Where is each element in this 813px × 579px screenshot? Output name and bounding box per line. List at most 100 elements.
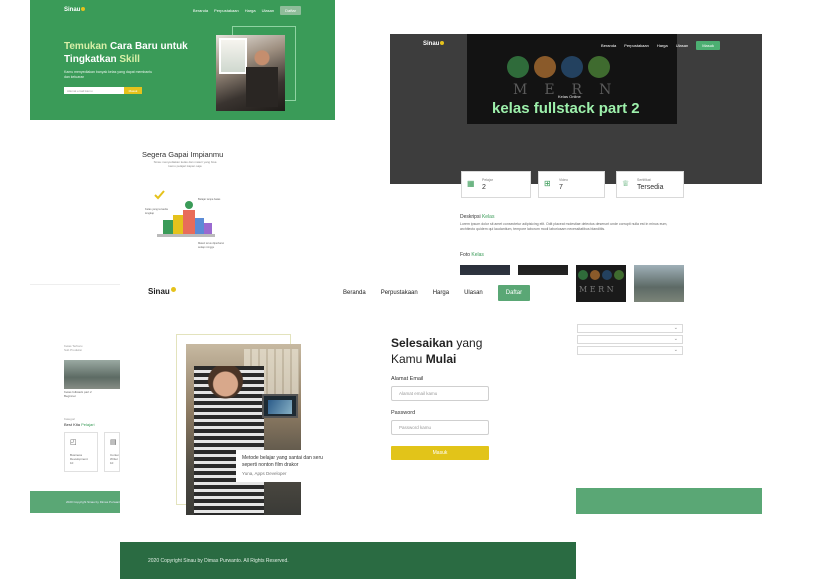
deskripsi-text: Lorem ipsum dolor sit amet consectetur a… [460, 222, 668, 231]
class-card-text: Kelas fullstack part 2 Beginner [64, 390, 92, 398]
category-name: Business Development [70, 453, 88, 461]
headline-bold-2: Mulai [425, 352, 457, 366]
brand-logo-3[interactable]: Sinau [148, 287, 176, 296]
category-count: 10 [110, 461, 114, 465]
course-detail-mockup: MERN Sinau Beranda Perpustakaan Harga Ul… [390, 34, 762, 184]
testimonial-quote: Metode belajar yang santai dan seru sepe… [242, 455, 323, 468]
mern-thumb-icon: M E R N [578, 270, 624, 294]
divider [30, 284, 120, 285]
deskripsi-highlight: Kelas [481, 214, 495, 220]
headline-highlight-2: Skill [119, 54, 140, 65]
login-nav: Beranda Perpustakaan Harga Ulasan Daftar [343, 285, 531, 301]
express-icon [534, 56, 556, 78]
mongodb-icon [507, 56, 529, 78]
category-count: 10 [70, 461, 74, 465]
nav-harga[interactable]: Harga [245, 8, 256, 13]
illus-note-2: Belajar tanpa batas [198, 198, 221, 201]
stat-value: 2 [482, 184, 486, 191]
nav-ulasan[interactable]: Ulasan [676, 43, 688, 48]
foto-heading: Foto Kelas [460, 252, 484, 258]
nav-ulasan[interactable]: Ulasan [262, 8, 274, 13]
stat-video: ⊞ Video 7 [538, 171, 605, 198]
svg-text:M E R N: M E R N [579, 285, 614, 294]
nav-harga[interactable]: Harga [433, 290, 449, 296]
hero-submit-button[interactable]: Masuk [124, 87, 142, 94]
nav-perpustakaan[interactable]: Perpustakaan [214, 8, 239, 13]
hero-headline: Temukan Cara Baru untuk Tingkatkan Skill [64, 40, 194, 66]
hero-nav: Beranda Perpustakaan Harga Ulasan Daftar [193, 6, 301, 15]
stat-label: Video [559, 178, 568, 182]
accordion-item-3[interactable]: ⌄ [577, 346, 683, 355]
category-card-business[interactable]: ◰ Business Development 10 [64, 432, 98, 472]
stat-sertifikat: ♕ Sertifikat Tersedia [616, 171, 684, 198]
chevron-down-icon: ⌄ [673, 336, 678, 342]
logo-dot-icon [440, 41, 445, 45]
brand-logo-2[interactable]: Sinau [423, 41, 445, 47]
deskripsi-heading: Deskripsi Kelas [460, 214, 494, 220]
illus-note-1: Kelas yang tersedia lengkap [145, 208, 168, 215]
catalog-footer: 2020 Copyright Sinau by Dimas Purwanto [30, 491, 122, 513]
course-nav: Beranda Perpustakaan Harga Ulasan Masuk [601, 41, 720, 50]
building-icon: ▦ [467, 179, 475, 188]
hero-photo [216, 35, 285, 111]
nav-beranda[interactable]: Beranda [601, 43, 616, 48]
deskripsi-label: Deskripsi [460, 214, 482, 220]
latest-classes-label: Kelas Terbaru Sub Produksi [64, 344, 82, 352]
nav-beranda[interactable]: Beranda [343, 290, 366, 296]
react-icon [561, 56, 583, 78]
nav-harga[interactable]: Harga [657, 43, 668, 48]
accordion-item-2[interactable]: ⌄ [577, 335, 683, 344]
course-title: kelas fullstack part 2 [492, 100, 640, 117]
nav-perpustakaan[interactable]: Perpustakaan [381, 290, 418, 296]
category-card-content[interactable]: ▤ Content Writer 10 [104, 432, 120, 472]
brand-text: Sinau [64, 7, 81, 13]
logo-dot-icon [170, 287, 176, 292]
brand-text-2: Sinau [423, 41, 440, 47]
daftar-button[interactable]: Daftar [497, 285, 531, 301]
section-desc: Sinau menyediakan kelas dan materi yang … [153, 160, 217, 168]
class-level: Beginner [64, 394, 77, 398]
nav-beranda[interactable]: Beranda [193, 8, 208, 13]
category-label: Kategori [64, 417, 76, 421]
course-photo-4[interactable] [634, 265, 684, 302]
password-field[interactable]: Password kamu [391, 420, 489, 435]
hero-subtitle: Kamu menyediakan banyak kelas yang dapat… [64, 70, 153, 79]
kelas-online-label: Kelas Online [558, 94, 581, 99]
hero-email-input[interactable]: Alamat email kamu [64, 87, 124, 94]
stat-label: Pelajar [482, 178, 493, 182]
nav-ulasan[interactable]: Ulasan [464, 290, 483, 296]
stat-label: Sertifikat [637, 178, 651, 182]
hero-mockup: Sinau Beranda Perpustakaan Harga Ulasan … [30, 0, 335, 120]
category-heading: Best Kita Pelajari [64, 422, 94, 427]
testimonial-author: Yuna, Apps Developer [242, 471, 287, 476]
daftar-button[interactable]: Daftar [280, 6, 301, 15]
login-submit-button[interactable]: Masuk [391, 446, 489, 460]
foto-label: Foto [460, 252, 472, 258]
category-heading-text: Best Kita [64, 422, 82, 427]
headline-text-2: Kamu [391, 352, 426, 366]
email-field[interactable]: Alamat email kamu [391, 386, 489, 401]
login-footer: 2020 Copyright Sinau by Dimas Purwanto. … [120, 542, 576, 579]
foto-highlight: Kelas [471, 252, 484, 258]
footer-copyright: 2020 Copyright Sinau by Dimas Purwanto. … [148, 558, 289, 564]
brand-logo[interactable]: Sinau [64, 7, 86, 13]
masuk-button[interactable]: Masuk [696, 41, 720, 50]
node-icon [588, 56, 610, 78]
chat-icon: ◰ [70, 439, 77, 446]
illus-note-3: Materi terus diperbarui setiap minggu [198, 242, 224, 249]
login-mockup: Sinau Beranda Perpustakaan Harga Ulasan … [120, 275, 576, 579]
stat-value: 7 [559, 184, 563, 191]
latest-sub: Sub Produksi [64, 348, 82, 352]
headline-highlight: Temukan [64, 41, 108, 52]
doc-icon: ▤ [110, 439, 117, 446]
class-thumbnail[interactable] [64, 360, 120, 389]
video-icon: ⊞ [544, 179, 551, 188]
nav-perpustakaan[interactable]: Perpustakaan [624, 43, 649, 48]
brand-text-3: Sinau [148, 287, 170, 296]
mern-logos [507, 56, 610, 78]
course-photo-3[interactable]: M E R N [576, 265, 626, 302]
testimonial-card: Metode belajar yang santai dan seru sepe… [236, 450, 336, 482]
category-heading-highlight: Pelajari [81, 422, 95, 427]
accordion-item-1[interactable]: ⌄ [577, 324, 683, 333]
category-name: Content Writer [110, 453, 120, 461]
